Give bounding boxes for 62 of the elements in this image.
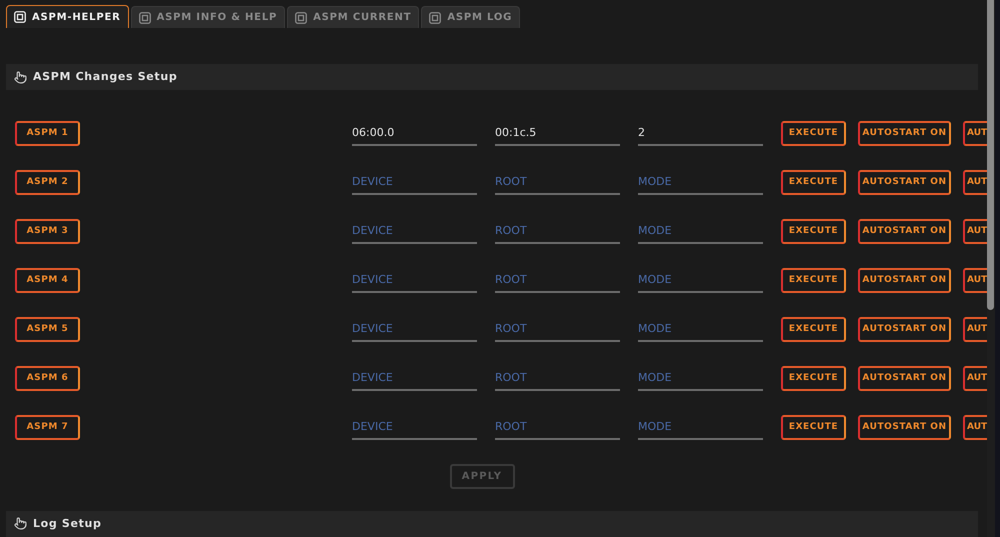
autostart-button[interactable]: AUT (963, 366, 987, 392)
text-field[interactable]: ROOT (495, 219, 620, 244)
autostart-button[interactable]: AUTOSTART ON (858, 415, 951, 440)
square-icon (14, 11, 26, 23)
hand-icon (14, 517, 27, 530)
execute-button[interactable]: EXECUTE (781, 415, 846, 440)
autostart-button[interactable]: AUTOSTART ON (858, 317, 951, 342)
autostart-button[interactable]: AUT (963, 268, 987, 294)
execute-button[interactable]: EXECUTE (781, 317, 846, 342)
text-field[interactable]: DEVICE (352, 366, 477, 392)
aspm-button[interactable]: ASPM 6 (15, 366, 80, 392)
aspm-button[interactable]: ASPM 5 (15, 317, 80, 342)
aspm-button[interactable]: ASPM 3 (15, 219, 80, 244)
autostart-button[interactable]: AUT (963, 415, 987, 440)
autostart-button[interactable]: AUT (963, 170, 987, 196)
autostart-button[interactable]: AUTOSTART ON (858, 219, 951, 244)
text-field[interactable]: DEVICE (352, 268, 477, 294)
autostart-button[interactable]: AUT (963, 317, 987, 342)
square-icon (429, 12, 442, 24)
aspm-button[interactable]: ASPM 2 (15, 170, 80, 196)
text-field[interactable]: ROOT (495, 415, 620, 440)
tab[interactable]: ASPM INFO & HELP (130, 6, 286, 28)
text-field[interactable]: MODE (638, 317, 763, 342)
execute-button[interactable]: EXECUTE (781, 268, 846, 294)
aspm-button[interactable]: ASPM 7 (15, 415, 80, 440)
autostart-button[interactable]: AUTOSTART ON (858, 121, 951, 146)
square-icon (295, 12, 308, 24)
text-field[interactable]: MODE (638, 170, 763, 196)
text-field[interactable]: MODE (638, 268, 763, 294)
text-field[interactable]: ROOT (495, 317, 620, 342)
execute-button[interactable]: EXECUTE (781, 366, 846, 392)
execute-button[interactable]: EXECUTE (781, 219, 846, 244)
aspm-button[interactable]: ASPM 1 (15, 121, 80, 146)
execute-button[interactable]: EXECUTE (781, 121, 846, 146)
tab[interactable]: ASPM LOG (421, 6, 520, 28)
text-field[interactable]: DEVICE (352, 170, 477, 196)
text-field[interactable]: ROOT (495, 170, 620, 196)
text-field[interactable]: ROOT (495, 366, 620, 392)
text-field[interactable]: 00:1c.5 (495, 121, 620, 146)
square-icon (138, 12, 151, 24)
text-field[interactable]: 2 (638, 121, 763, 146)
text-field[interactable]: MODE (638, 366, 763, 392)
text-field[interactable]: ROOT (495, 268, 620, 294)
autostart-button[interactable]: AUT (963, 121, 987, 146)
scrollbar-thumb[interactable] (987, 0, 994, 310)
autostart-button[interactable]: AUT (963, 219, 987, 244)
section-title: ASPM Changes Setup (33, 69, 178, 86)
text-field[interactable]: DEVICE (352, 317, 477, 342)
text-field[interactable]: MODE (638, 415, 763, 440)
execute-button[interactable]: EXECUTE (781, 170, 846, 196)
section-title: Log Setup (33, 516, 102, 532)
aspm-button[interactable]: ASPM 4 (15, 268, 80, 294)
text-field[interactable]: DEVICE (352, 415, 477, 440)
tab[interactable]: ASPM-HELPER (6, 5, 129, 28)
text-field[interactable]: MODE (638, 219, 763, 244)
hand-icon (14, 70, 27, 84)
text-field[interactable]: 06:00.0 (352, 121, 477, 146)
autostart-button[interactable]: AUTOSTART ON (858, 268, 951, 294)
tab[interactable]: ASPM CURRENT (287, 6, 420, 28)
text-field[interactable]: DEVICE (352, 219, 477, 244)
autostart-button[interactable]: AUTOSTART ON (858, 170, 951, 196)
autostart-button[interactable]: AUTOSTART ON (858, 366, 951, 392)
